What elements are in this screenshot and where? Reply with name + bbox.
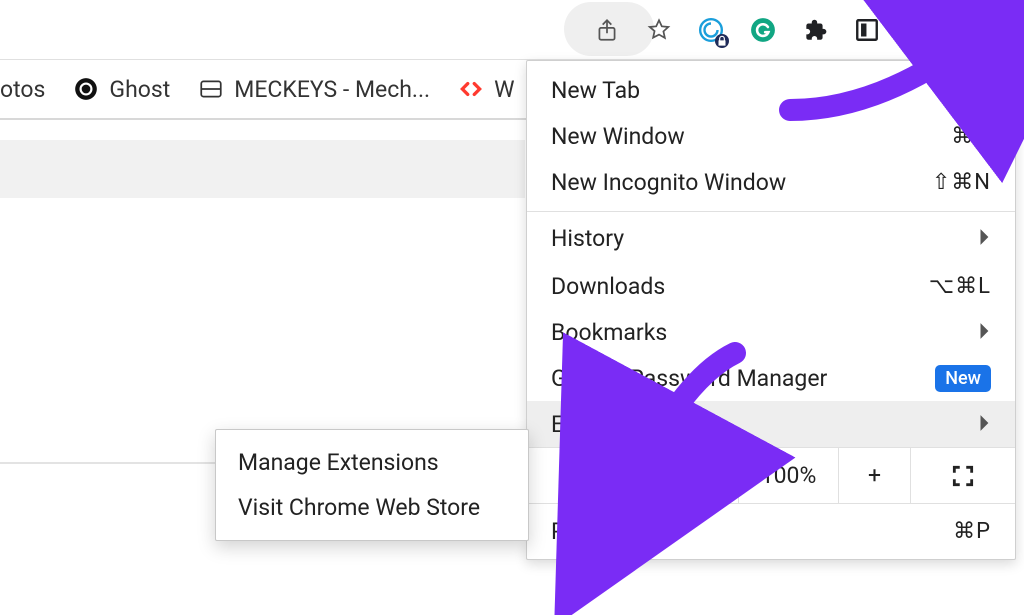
menu-item-new-tab[interactable]: New Tab ⌘T bbox=[527, 67, 1015, 113]
menu-shortcut: ⇧⌘N bbox=[932, 170, 991, 195]
fullscreen-button[interactable] bbox=[911, 448, 1015, 503]
meckeys-favicon-icon bbox=[198, 76, 224, 102]
menu-label: History bbox=[551, 225, 624, 252]
ghost-favicon-icon bbox=[73, 76, 99, 102]
menu-item-new-incognito[interactable]: New Incognito Window ⇧⌘N bbox=[527, 159, 1015, 205]
code-favicon-icon bbox=[458, 76, 484, 102]
bookmark-label: W bbox=[494, 76, 514, 103]
gray-strip bbox=[0, 140, 525, 198]
star-icon[interactable] bbox=[644, 15, 674, 45]
extension-1-icon[interactable] bbox=[696, 15, 726, 45]
grammarly-icon[interactable] bbox=[748, 15, 778, 45]
menu-shortcut: ⌘N bbox=[951, 124, 991, 149]
share-icon[interactable] bbox=[592, 15, 622, 45]
menu-item-history[interactable]: History bbox=[527, 211, 1015, 263]
bookmark-label: MECKEYS - Mech... bbox=[234, 76, 430, 103]
menu-label: Extensions bbox=[551, 411, 663, 438]
zoom-value: 100% bbox=[739, 448, 839, 503]
submenu-arrow-icon bbox=[979, 319, 991, 346]
menu-label: New Tab bbox=[551, 77, 640, 104]
bookmark-item[interactable]: otos bbox=[0, 76, 45, 103]
submenu-arrow-icon bbox=[979, 411, 991, 438]
profile-avatar[interactable] bbox=[904, 11, 942, 49]
bookmark-item[interactable]: Ghost bbox=[73, 76, 170, 103]
menu-zoom-row: Zoom − 100% + bbox=[527, 447, 1015, 503]
extensions-submenu: Manage Extensions Visit Chrome Web Store bbox=[215, 429, 529, 541]
extensions-puzzle-icon[interactable] bbox=[800, 15, 830, 45]
menu-item-downloads[interactable]: Downloads ⌥⌘L bbox=[527, 263, 1015, 309]
toolbar-right bbox=[592, 0, 1014, 60]
menu-label: New Window bbox=[551, 123, 685, 150]
bookmark-item[interactable]: W bbox=[458, 76, 514, 103]
zoom-out-button[interactable]: − bbox=[669, 448, 739, 503]
bookmark-label: Ghost bbox=[109, 76, 170, 103]
menu-label: Bookmarks bbox=[551, 319, 667, 346]
browser-toolbar bbox=[0, 0, 1024, 60]
menu-shortcut: ⌘P bbox=[953, 519, 991, 544]
bookmark-label: otos bbox=[0, 76, 45, 103]
menu-label: Downloads bbox=[551, 273, 665, 300]
submenu-item-manage-extensions[interactable]: Manage Extensions bbox=[216, 440, 528, 485]
reader-icon[interactable] bbox=[852, 15, 882, 45]
menu-item-print[interactable]: Print... ⌘P bbox=[527, 503, 1015, 559]
submenu-item-web-store[interactable]: Visit Chrome Web Store bbox=[216, 485, 528, 530]
submenu-label: Visit Chrome Web Store bbox=[238, 494, 480, 521]
zoom-label: Zoom bbox=[527, 448, 669, 503]
chrome-main-menu: New Tab ⌘T New Window ⌘N New Incognito W… bbox=[526, 60, 1016, 560]
submenu-arrow-icon bbox=[979, 225, 991, 252]
menu-item-new-window[interactable]: New Window ⌘N bbox=[527, 113, 1015, 159]
zoom-in-button[interactable]: + bbox=[839, 448, 911, 503]
menu-shortcut: ⌥⌘L bbox=[929, 274, 991, 299]
menu-label: New Incognito Window bbox=[551, 169, 786, 196]
menu-label: Print... bbox=[551, 518, 617, 545]
menu-label: Google Password Manager bbox=[551, 365, 827, 392]
menu-item-bookmarks[interactable]: Bookmarks bbox=[527, 309, 1015, 355]
submenu-label: Manage Extensions bbox=[238, 449, 439, 476]
menu-item-extensions[interactable]: Extensions bbox=[527, 401, 1015, 447]
menu-shortcut: ⌘T bbox=[954, 78, 991, 103]
new-badge: New bbox=[935, 365, 991, 392]
menu-item-password-manager[interactable]: Google Password Manager New bbox=[527, 355, 1015, 401]
bookmark-item[interactable]: MECKEYS - Mech... bbox=[198, 76, 430, 103]
more-menu-button[interactable] bbox=[964, 5, 1014, 55]
